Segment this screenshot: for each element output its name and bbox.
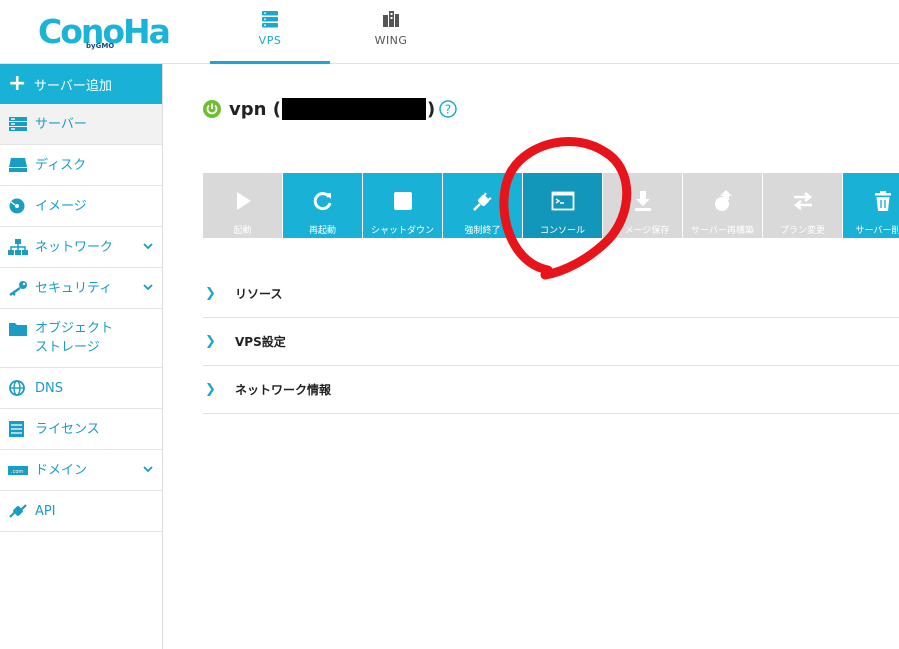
server-name-suffix: ) (426, 98, 436, 120)
action-label: 強制終了 (464, 226, 501, 236)
sidebar-item-license[interactable]: ライセンス (0, 409, 162, 450)
add-server-button[interactable]: + サーバー追加 (0, 64, 162, 104)
sidebar-item-label: イメージ (35, 198, 87, 214)
chevron-down-icon (143, 284, 153, 291)
server-name-prefix: vpn ( (229, 98, 281, 120)
section-label: ネットワーク情報 (235, 383, 332, 397)
stop-icon (393, 192, 412, 210)
sidebar-item-dns[interactable]: DNS (0, 368, 162, 409)
save-image-button[interactable]: イメージ保存 (603, 173, 682, 238)
force-stop-button[interactable]: 強制終了 (443, 173, 522, 238)
section-label: リソース (235, 287, 283, 301)
help-icon[interactable]: ? (439, 100, 457, 118)
sidebar-item-security[interactable]: セキュリティ (0, 268, 162, 309)
folder-icon (9, 323, 27, 336)
restart-button[interactable]: 再起動 (283, 173, 362, 238)
section-network-info[interactable]: ❯ ネットワーク情報 (203, 366, 899, 414)
action-label: シャットダウン (370, 226, 434, 236)
key-icon (9, 281, 27, 296)
plus-icon: + (8, 71, 27, 96)
svg-text:?: ? (445, 103, 451, 117)
restart-icon (313, 192, 331, 211)
action-label: 再起動 (308, 226, 336, 236)
action-label: サーバー削除 (855, 226, 899, 236)
action-label: サーバー再構築 (691, 226, 754, 236)
tab-vps[interactable]: VPS (210, 0, 330, 64)
chevron-down-icon (143, 466, 153, 473)
server-icon (9, 117, 27, 131)
shutdown-button[interactable]: シャットダウン (363, 173, 442, 238)
conoha-logo[interactable]: ConoHa byGMO (38, 12, 171, 56)
sidebar-item-label: サーバー (35, 116, 87, 132)
sidebar-item-label: ディスク (35, 157, 87, 173)
network-icon (8, 239, 28, 255)
action-label: 起動 (233, 226, 252, 236)
section-vps-settings[interactable]: ❯ VPS設定 (203, 318, 899, 366)
sidebar-item-domain[interactable]: .com ドメイン (0, 450, 162, 491)
image-disc-icon (9, 198, 25, 214)
sidebar-item-label: セキュリティ (35, 280, 113, 296)
console-button[interactable]: コンソール (523, 173, 602, 238)
tab-wing-label: WING (374, 34, 408, 47)
section-resources[interactable]: ❯ リソース (203, 270, 899, 318)
svg-text:.com: .com (11, 469, 23, 475)
add-server-label: サーバー追加 (34, 78, 112, 94)
change-plan-button[interactable]: プラン変更 (763, 173, 842, 238)
top-header: ConoHa byGMO VPS WING (0, 0, 899, 64)
chevron-right-icon: ❯ (205, 334, 216, 349)
api-plug-icon (9, 504, 27, 518)
building-icon (383, 11, 399, 27)
start-button[interactable]: 起動 (203, 173, 282, 238)
power-icon (203, 100, 221, 118)
chevron-down-icon (143, 243, 153, 250)
sidebar-item-network[interactable]: ネットワーク (0, 227, 162, 268)
action-label: プラン変更 (779, 226, 825, 236)
sidebar-item-label: API (35, 503, 56, 519)
disk-icon (9, 158, 27, 172)
logo-subtext: byGMO (86, 42, 115, 50)
sidebar-item-label: ドメイン (35, 462, 88, 478)
sidebar-item-disk[interactable]: ディスク (0, 145, 162, 186)
delete-server-button[interactable]: サーバー削除 (843, 173, 899, 238)
sidebar-item-label: ネットワーク (35, 239, 114, 255)
sidebar-item-object-storage[interactable]: オブジェクト ストレージ (0, 309, 162, 368)
redacted-server-name (281, 98, 426, 120)
sidebar-item-label: DNS (35, 380, 63, 396)
play-icon (236, 192, 251, 210)
download-icon (634, 191, 651, 211)
sidebar-item-label-line1: オブジェクト (35, 321, 114, 336)
chevron-right-icon: ❯ (205, 382, 216, 397)
domain-icon: .com (8, 466, 28, 475)
section-label: VPS設定 (235, 335, 286, 349)
tab-wing[interactable]: WING (331, 0, 451, 64)
sidebar: + サーバー追加 サーバー ディスク イメージ ネットワーク セキュリティ オブ… (0, 64, 163, 649)
server-title: vpn ( ) ? (203, 96, 457, 122)
server-action-bar: 起動 再起動 シャットダウン 強制終了 コンソール イメージ保存 サーバー再構築… (203, 173, 899, 238)
server-stack-icon (262, 11, 278, 28)
sidebar-item-label: オブジェクト ストレージ (35, 319, 113, 357)
rebuild-icon (714, 190, 732, 211)
tab-vps-label: VPS (258, 34, 282, 47)
sidebar-item-image[interactable]: イメージ (0, 186, 162, 227)
trash-icon (874, 191, 891, 211)
plug-icon (472, 192, 492, 211)
sidebar-item-api[interactable]: API (0, 491, 162, 532)
sidebar-item-label: ライセンス (35, 421, 100, 437)
console-icon (551, 191, 574, 211)
action-label: コンソール (539, 226, 585, 236)
rebuild-server-button[interactable]: サーバー再構築 (683, 173, 762, 238)
sidebar-item-server[interactable]: サーバー (0, 104, 162, 145)
action-label: イメージ保存 (615, 226, 670, 236)
sidebar-item-label-line2: ストレージ (35, 340, 100, 355)
license-icon (9, 421, 24, 437)
globe-icon (9, 380, 25, 396)
swap-icon (793, 191, 812, 211)
chevron-right-icon: ❯ (205, 286, 216, 301)
